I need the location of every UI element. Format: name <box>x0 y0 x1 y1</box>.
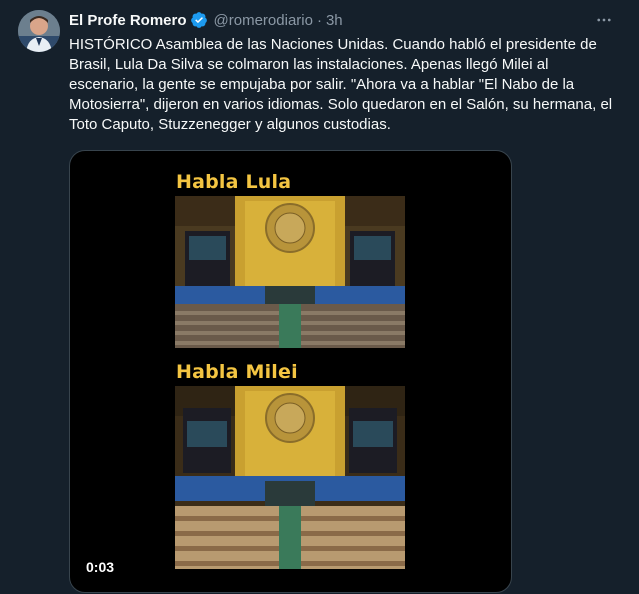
tweet-header: El Profe Romero @romerodiario · 3h <box>69 10 343 30</box>
avatar[interactable] <box>18 10 60 52</box>
tweet[interactable]: El Profe Romero @romerodiario · 3h HISTÓ… <box>0 0 639 594</box>
assembly-hall-milei-image <box>175 386 405 569</box>
separator-dot: · <box>316 11 322 29</box>
video-player[interactable]: Habla Lula Habla Milei 0:03 <box>69 150 512 593</box>
video-duration: 0:03 <box>86 559 115 575</box>
verified-badge-icon <box>190 11 208 29</box>
ellipsis-icon[interactable] <box>592 8 616 32</box>
assembly-hall-lula-image <box>175 196 405 348</box>
timestamp[interactable]: 3h <box>326 12 343 29</box>
caption-top: Habla Lula <box>176 171 292 193</box>
author-name[interactable]: El Profe Romero <box>69 12 187 29</box>
tweet-text: HISTÓRICO Asamblea de las Naciones Unida… <box>69 36 613 133</box>
author-handle[interactable]: @romerodiario <box>214 12 313 29</box>
avatar-image <box>18 10 60 52</box>
caption-bottom: Habla Milei <box>176 361 298 383</box>
